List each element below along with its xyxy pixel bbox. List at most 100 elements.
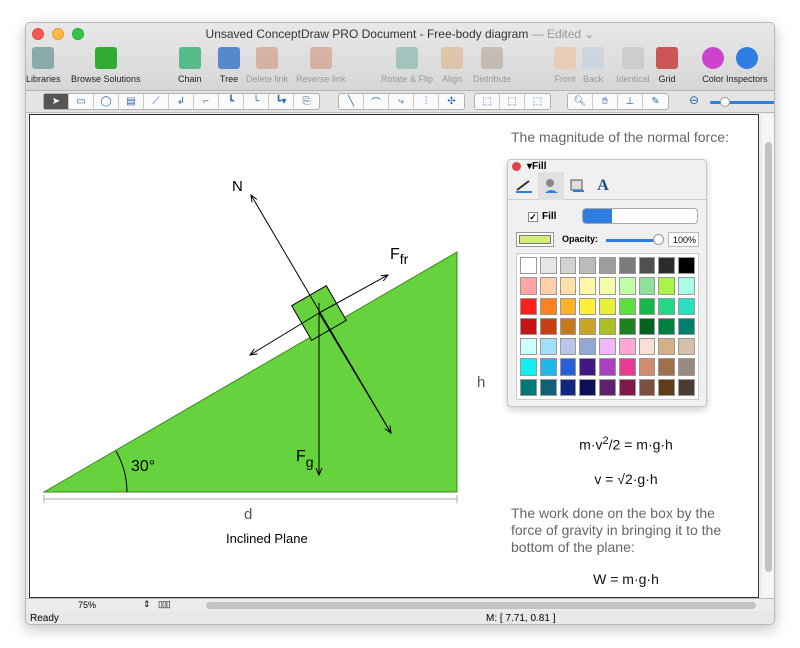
union-tool[interactable]: ⬚	[475, 94, 500, 109]
color-swatch[interactable]	[658, 257, 676, 275]
toolbar-browse-solutions-button[interactable]: Browse Solutions	[71, 45, 141, 84]
color-swatch[interactable]	[520, 338, 537, 356]
toolbar-grid-button[interactable]: Grid	[656, 45, 678, 84]
color-swatch[interactable]	[579, 378, 597, 396]
color-swatch[interactable]	[539, 317, 557, 336]
color-swatch[interactable]	[559, 257, 577, 275]
toolbar-delete-link-button[interactable]: Delete link	[246, 45, 288, 84]
color-swatch[interactable]	[638, 257, 656, 275]
toolbar-inspectors-button[interactable]: Inspectors	[726, 45, 768, 84]
hand-tool-icon[interactable]: ✋︎	[593, 94, 618, 109]
color-swatch[interactable]	[618, 257, 636, 275]
zoom-field[interactable]: 75%	[78, 600, 96, 610]
color-swatch[interactable]	[599, 257, 616, 275]
page-view-buttons[interactable]: ▯▯▯	[158, 599, 171, 610]
color-swatch[interactable]	[599, 338, 616, 356]
pointer-tool[interactable]: ➤	[44, 94, 69, 109]
toolbar-libraries-button[interactable]: Libraries	[26, 45, 61, 84]
fill-checkbox[interactable]: ✓ Fill	[528, 211, 556, 222]
color-swatch[interactable]	[678, 317, 695, 336]
horizontal-scrollbar[interactable]	[206, 602, 756, 609]
color-swatch[interactable]	[539, 338, 557, 356]
eyedropper-tool-icon[interactable]: ✎	[643, 94, 668, 109]
polyline-tool[interactable]: ⫶	[414, 94, 439, 109]
line-tab-icon[interactable]	[511, 172, 537, 200]
color-swatch[interactable]	[678, 378, 695, 396]
gradient-fill-option[interactable]	[612, 209, 641, 223]
arc-tool[interactable]: ⌒	[364, 94, 389, 109]
smart-connector-tool[interactable]: ⌐	[194, 94, 219, 109]
zoom-stepper[interactable]: ⇕	[143, 599, 151, 610]
color-swatch[interactable]	[638, 317, 656, 336]
color-swatch[interactable]	[638, 358, 656, 376]
panel-title[interactable]: ▾Fill	[527, 161, 546, 172]
current-fill-color[interactable]	[516, 232, 554, 247]
color-swatch[interactable]	[539, 277, 557, 295]
color-swatch[interactable]	[618, 317, 636, 336]
intersect-tool[interactable]: ⬚	[500, 94, 525, 109]
text-tool[interactable]: ▤	[119, 94, 144, 109]
color-swatch[interactable]	[658, 317, 676, 336]
color-swatch[interactable]	[658, 297, 676, 315]
color-swatch[interactable]	[520, 257, 537, 275]
color-swatch[interactable]	[539, 358, 557, 376]
color-swatch[interactable]	[559, 277, 577, 295]
color-swatch[interactable]	[638, 297, 656, 315]
color-swatch[interactable]	[678, 297, 695, 315]
stamp-tool-icon[interactable]: ⊥	[618, 94, 643, 109]
bezier-tool[interactable]: ⤷	[389, 94, 414, 109]
color-swatch[interactable]	[520, 317, 537, 336]
color-swatch[interactable]	[599, 358, 616, 376]
color-swatch[interactable]	[678, 257, 695, 275]
color-swatch[interactable]	[520, 297, 537, 315]
color-swatch[interactable]	[559, 358, 577, 376]
ellipse-tool[interactable]: ◯	[94, 94, 119, 109]
toolbar-rotate-flip-button[interactable]: Rotate & Flip	[381, 45, 433, 84]
toolbar-color-button[interactable]: Color	[702, 45, 724, 84]
connector-menu[interactable]: ┗▾	[269, 94, 294, 109]
fill-type-segmented[interactable]	[582, 208, 698, 224]
color-swatch[interactable]	[539, 378, 557, 396]
color-swatch[interactable]	[559, 378, 577, 396]
color-swatch[interactable]	[678, 277, 695, 295]
toolbar-align-button[interactable]: Align	[441, 45, 463, 84]
vertical-scrollbar[interactable]	[762, 114, 774, 598]
color-swatch[interactable]	[658, 277, 676, 295]
texture-fill-option[interactable]	[669, 209, 698, 223]
inclined-plane[interactable]	[42, 251, 458, 493]
color-swatch[interactable]	[539, 297, 557, 315]
color-swatch[interactable]	[618, 378, 636, 396]
color-swatch[interactable]	[618, 358, 636, 376]
color-swatch[interactable]	[638, 277, 656, 295]
subtract-tool[interactable]: ⬚	[525, 94, 550, 109]
toolbar-identical-button[interactable]: Identical	[616, 45, 650, 84]
color-swatch[interactable]	[618, 297, 636, 315]
insert-tool[interactable]: ⎘	[294, 94, 319, 109]
color-swatch[interactable]	[520, 358, 537, 376]
color-swatch[interactable]	[618, 277, 636, 295]
color-swatch[interactable]	[579, 297, 597, 315]
opacity-slider[interactable]	[606, 234, 664, 245]
color-swatch[interactable]	[599, 277, 616, 295]
color-swatch[interactable]	[678, 338, 695, 356]
orthogonal-connector-tool[interactable]: ┗	[219, 94, 244, 109]
toolbar-tree-button[interactable]: Tree	[218, 45, 240, 84]
color-swatch[interactable]	[559, 297, 577, 315]
curve-connector-tool[interactable]: ↲	[169, 94, 194, 109]
color-swatch[interactable]	[559, 317, 577, 336]
connector-tool[interactable]: ⟋	[144, 94, 169, 109]
color-swatch[interactable]	[579, 317, 597, 336]
fill-tab-icon[interactable]	[538, 172, 564, 200]
color-swatch[interactable]	[618, 338, 636, 356]
color-swatch[interactable]	[559, 338, 577, 356]
color-swatch[interactable]	[658, 338, 676, 356]
color-swatch[interactable]	[599, 297, 616, 315]
toolbar-chain-button[interactable]: Chain	[178, 45, 202, 84]
color-swatch[interactable]	[599, 317, 616, 336]
toolbar-distribute-button[interactable]: Distribute	[473, 45, 511, 84]
opacity-value[interactable]: 100%	[668, 232, 699, 247]
panel-close-icon[interactable]	[512, 161, 521, 171]
color-swatch[interactable]	[658, 378, 676, 396]
toolbar-back-button[interactable]: Back	[582, 45, 604, 84]
round-connector-tool[interactable]: ╰	[244, 94, 269, 109]
